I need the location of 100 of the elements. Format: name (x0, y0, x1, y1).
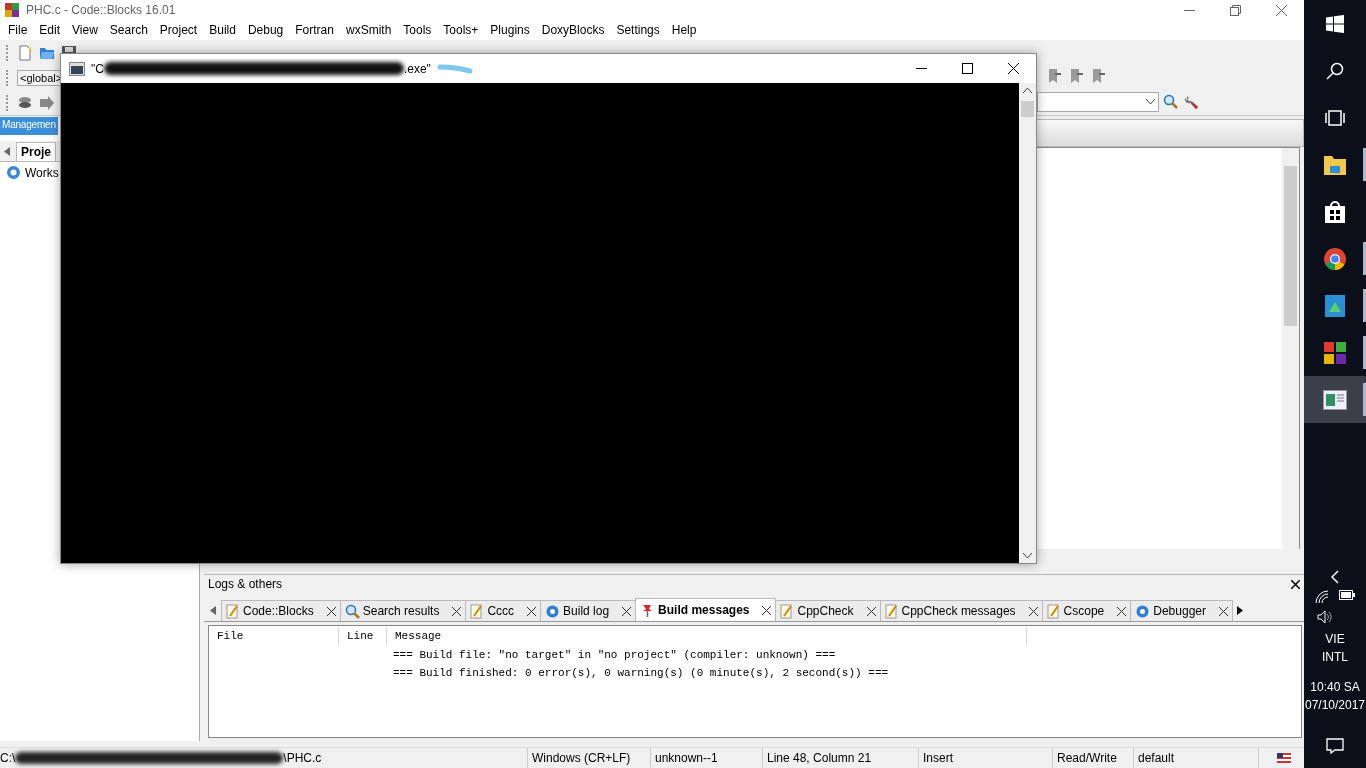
chevron-up-icon[interactable] (1023, 87, 1032, 93)
console-dialog[interactable]: "C .exe" (60, 53, 1037, 564)
log-tab[interactable]: Debugger (1130, 600, 1233, 621)
scroll-left-icon[interactable] (4, 146, 10, 156)
build-icon[interactable] (17, 94, 33, 111)
search-icon (344, 603, 360, 619)
input-language[interactable]: VIE INTL (1322, 630, 1348, 666)
workspace-icon (6, 165, 21, 180)
column-header[interactable]: Message (395, 630, 442, 642)
panel-title: Logs & others (208, 577, 283, 591)
close-icon[interactable] (866, 606, 876, 616)
vertical-scrollbar[interactable] (1282, 148, 1299, 550)
speaker-icon[interactable] (1316, 610, 1333, 624)
log-tab[interactable]: CppCheck messages (879, 600, 1043, 621)
restore-icon[interactable] (1230, 4, 1241, 16)
log-tab[interactable]: Build messages (635, 598, 777, 621)
console-title: "C (91, 61, 104, 76)
message-text: === Build finished: 0 error(s), 0 warning(s) (0 minute(s), 2 second(s)) === (393, 667, 889, 679)
note-icon (470, 603, 485, 619)
clock-date[interactable]: 07/10/2017 (1304, 698, 1366, 712)
menu-item[interactable]: File (2, 23, 34, 38)
scroll-right-icon[interactable] (1237, 606, 1243, 615)
panel-title: Managemen (0, 117, 58, 135)
bookmark-clear-icon[interactable] (1091, 68, 1107, 84)
bookmark-next-icon[interactable] (1069, 68, 1085, 84)
note-icon (1046, 603, 1061, 619)
close-icon[interactable] (452, 606, 462, 616)
chevron-down-icon (1146, 99, 1155, 105)
close-icon[interactable] (1008, 63, 1019, 74)
status-field: default (1138, 751, 1175, 765)
log-tab[interactable]: Cscope (1041, 600, 1132, 621)
console-title-end: .exe" (403, 61, 431, 76)
shopping-bag-icon[interactable] (1324, 199, 1346, 224)
wrench-icon[interactable] (1184, 94, 1200, 110)
message-text: === Build file: "no target" in "no project" (compiler: unknown) === (393, 649, 836, 661)
close-icon[interactable] (326, 606, 336, 616)
log-tab[interactable]: CppCheck (775, 600, 881, 621)
tiles-icon[interactable] (1323, 340, 1347, 365)
status-field: Insert (923, 751, 953, 765)
scroll-left-icon[interactable] (210, 606, 216, 615)
close-icon[interactable] (1219, 606, 1228, 616)
menu-item[interactable]: Plugins (484, 23, 536, 38)
wifi-icon[interactable] (1315, 590, 1329, 604)
close-icon[interactable] (1117, 606, 1127, 616)
menu-item[interactable]: Tools (397, 23, 438, 38)
chevron-left-icon[interactable] (1331, 570, 1339, 584)
menu-item[interactable]: Build (203, 23, 242, 38)
status-field: Line 48, Column 21 (767, 751, 872, 765)
start-icon[interactable] (1326, 14, 1344, 33)
menu-item[interactable]: Fortran (289, 23, 340, 38)
menu-item[interactable]: Debug (241, 23, 290, 38)
vertical-scrollbar[interactable] (1019, 83, 1036, 563)
menu-item[interactable]: Edit (33, 23, 67, 38)
gear-icon (1135, 603, 1151, 619)
maximize-icon[interactable] (962, 63, 973, 74)
console-icon (69, 61, 85, 76)
close-icon[interactable] (762, 605, 772, 615)
status-field: Windows (CR+LF) (532, 751, 631, 765)
scrollbar-thumb[interactable] (1021, 101, 1034, 117)
folder-icon[interactable] (1323, 153, 1347, 176)
log-tab[interactable]: Code::Blocks (221, 600, 341, 621)
tree-item[interactable]: Works (25, 165, 59, 180)
menu-item[interactable]: Help (665, 23, 703, 38)
app-logo-icon (4, 2, 20, 19)
battery-icon[interactable] (1339, 590, 1355, 600)
column-header[interactable]: Line (347, 630, 374, 642)
scribble-mark (436, 63, 473, 74)
chevron-down-icon[interactable] (1023, 553, 1032, 559)
window-title: PHC.c - Code::Blocks 16.01 (26, 3, 177, 18)
browser-icon[interactable] (1323, 246, 1347, 271)
column-header[interactable]: File (217, 630, 244, 642)
close-icon[interactable] (622, 606, 632, 616)
menu-item[interactable]: Project (153, 23, 204, 38)
log-tab[interactable]: Cccc (465, 600, 542, 621)
close-icon[interactable] (1291, 579, 1300, 589)
menu-item[interactable]: Search (103, 23, 154, 38)
arrow-icon[interactable] (39, 94, 55, 111)
bookmark-previous-icon[interactable] (1047, 68, 1063, 84)
file-name: \PHC.c (283, 751, 322, 765)
close-icon[interactable] (527, 606, 537, 616)
panel-tab[interactable]: Proje (16, 141, 56, 161)
menu-item[interactable]: Settings (610, 23, 666, 38)
taskbar-app[interactable] (1304, 376, 1366, 423)
menu-item[interactable]: wxSmith (339, 23, 398, 38)
window-icon[interactable] (1323, 389, 1347, 410)
menu-item[interactable]: DoxyBlocks (535, 23, 611, 38)
image-app-icon[interactable] (1324, 293, 1346, 318)
search-icon[interactable] (1326, 61, 1344, 80)
close-icon[interactable] (1028, 606, 1038, 616)
menu-item[interactable]: View (66, 23, 104, 38)
notifications-icon[interactable] (1326, 738, 1344, 754)
menu-item[interactable]: Tools+ (437, 23, 485, 38)
status-field: Read/Write (1057, 751, 1117, 765)
log-tab[interactable]: Build log (540, 600, 637, 621)
note-icon (226, 603, 240, 619)
flag-icon (1276, 753, 1291, 763)
task-view-icon[interactable] (1325, 109, 1345, 126)
clock-time[interactable]: 10:40 SA (1310, 680, 1360, 694)
scrollbar-thumb[interactable] (1284, 166, 1297, 326)
log-tab[interactable]: Search results (339, 600, 467, 621)
